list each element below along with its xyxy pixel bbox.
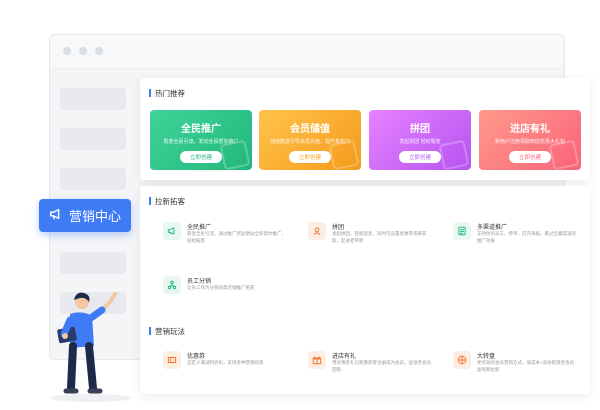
feature-desc: 用优惠券礼包刺激新客注册成为会员，促进老会员回购 xyxy=(332,360,431,372)
sidebar-placeholder xyxy=(60,88,126,110)
feature-title: 全民推广 xyxy=(187,225,212,231)
create-button[interactable]: 立即创建 xyxy=(288,151,331,163)
megaphone-icon xyxy=(163,222,181,240)
feature-title: 员工分销 xyxy=(187,279,212,285)
create-button[interactable]: 立即创建 xyxy=(398,151,441,163)
feature-title: 大转盘 xyxy=(477,354,496,360)
hot-section-title: 热门推荐 xyxy=(149,88,185,99)
promo-card-title: 全民推广 xyxy=(181,124,221,135)
feature-desc: 支持你的员工、传单、店内海报，看过宝藏渠道的推广效果 xyxy=(477,231,576,243)
feature-desc: 让员工作为分销员帮店铺推广拓客 xyxy=(187,285,255,290)
promo-card-desc: 新用户注册领取到店优惠大礼包 xyxy=(494,139,565,145)
promo-card-title: 会员储值 xyxy=(290,124,330,135)
feature-desc: 发起拼团，轻松裂变，同时可设置优惠券等来获取，促进老带新 xyxy=(332,231,427,243)
create-button[interactable]: 立即创建 xyxy=(179,151,222,163)
window-dot-icon xyxy=(95,47,103,55)
marketing-center-button[interactable]: 营销中心 xyxy=(39,199,131,232)
feature-title: 多渠道推广 xyxy=(477,225,508,231)
feature-title: 拼团 xyxy=(332,225,345,231)
promo-card-title: 拼团 xyxy=(410,124,430,135)
promo-card-desc: 储值赠送引导会员充值，提升复购力 xyxy=(269,139,350,145)
coupon-icon xyxy=(163,351,181,369)
promo-card[interactable]: 进店有礼新用户注册领取到店优惠大礼包立即创建 xyxy=(479,110,581,170)
person-illustration xyxy=(57,292,117,394)
window-dot-icon xyxy=(63,47,71,55)
gift-icon xyxy=(308,351,326,369)
feature-title: 优惠券 xyxy=(187,354,206,360)
wheel-icon xyxy=(453,351,471,369)
sidebar-placeholder xyxy=(60,252,126,274)
team-icon xyxy=(163,276,181,294)
sidebar-placeholder xyxy=(60,128,126,150)
feature-desc: 裂变全民引流，通过推广奖励激励全民帮你推广，轻松拓客 xyxy=(187,231,286,243)
promo-card[interactable]: 拼团发起拼团 轻松裂变立即创建 xyxy=(369,110,471,170)
feature-title: 进店有礼 xyxy=(332,354,357,360)
window-dot-icon xyxy=(79,47,87,55)
create-button[interactable]: 立即创建 xyxy=(508,151,551,163)
feature-desc: 更有效的会员营销方式，低成本+高效刺激老会员复购和拉新 xyxy=(477,360,575,372)
sidebar-placeholder xyxy=(60,168,126,190)
feature-desc: 自定义满减和折扣，支持多种营销场景 xyxy=(187,360,264,365)
promo-card-title: 进店有礼 xyxy=(510,124,550,135)
megaphone-icon xyxy=(49,207,63,224)
window-titlebar xyxy=(50,35,564,69)
document-icon xyxy=(453,222,471,240)
promo-card[interactable]: 会员储值储值赠送引导会员充值，提升复购力立即创建 xyxy=(259,110,361,170)
promo-card[interactable]: 全民推广裂变全民引流，发动全民帮你推广立即创建 xyxy=(150,110,252,170)
group-icon xyxy=(308,222,326,240)
acquire-section-title: 拉新拓客 xyxy=(149,196,185,207)
play-section-title: 营销玩法 xyxy=(149,326,185,337)
promo-card-desc: 发起拼团 轻松裂变 xyxy=(399,139,441,145)
promo-card-desc: 裂变全民引流，发动全民帮你推广 xyxy=(163,139,239,145)
marketing-center-label: 营销中心 xyxy=(68,209,121,224)
